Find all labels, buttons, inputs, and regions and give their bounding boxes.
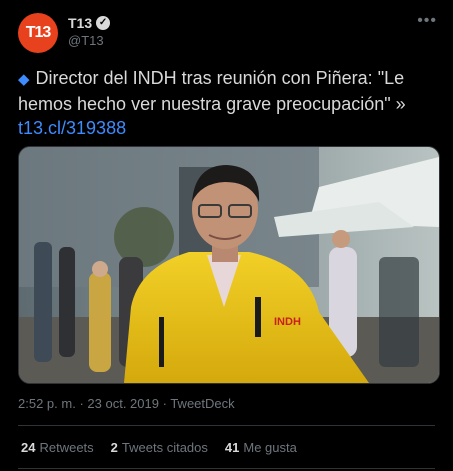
retweets-stat[interactable]: 24 Retweets xyxy=(21,440,94,455)
likes-stat[interactable]: 41 Me gusta xyxy=(225,440,297,455)
engagement-stats: 24 Retweets 2 Tweets citados 41 Me gusta xyxy=(21,440,297,455)
author-name-row: T13 ✓ xyxy=(68,15,111,31)
likes-count: 41 xyxy=(224,440,240,455)
photo-illustration: INDH xyxy=(19,147,439,383)
quote-tweets-stat[interactable]: 2 Tweets citados xyxy=(111,440,208,455)
tweet-metadata: 2:52 p. m. · 23 oct. 2019 · TweetDeck xyxy=(18,396,235,411)
avatar[interactable]: T13 xyxy=(18,13,58,53)
more-options-icon[interactable]: ••• xyxy=(417,12,437,30)
tweet-body: Director del INDH tras reunión con Piñer… xyxy=(18,68,406,114)
author-handle[interactable]: @T13 xyxy=(68,33,104,48)
avatar-logo-text: T13 xyxy=(25,24,52,41)
retweets-count: 24 xyxy=(21,440,36,455)
retweets-label: Retweets xyxy=(39,440,94,455)
meta-separator: · xyxy=(79,396,84,411)
tweet-photo[interactable]: INDH xyxy=(18,146,440,384)
diamond-icon: ◆ xyxy=(18,71,30,88)
jacket-logo-text: INDH xyxy=(274,316,301,328)
divider xyxy=(18,425,435,426)
tweet-time[interactable]: 2:52 p. m. xyxy=(18,396,76,411)
divider xyxy=(18,468,435,469)
author-name[interactable]: T13 xyxy=(68,15,92,31)
meta-separator: · xyxy=(162,396,167,411)
quotes-count: 2 xyxy=(110,440,118,455)
tweet-card: T13 T13 ✓ @T13 ••• ◆ Director del INDH tr… xyxy=(0,0,453,471)
tweet-date[interactable]: 23 oct. 2019 xyxy=(87,396,159,411)
verified-badge-icon: ✓ xyxy=(96,16,111,30)
tweet-source[interactable]: TweetDeck xyxy=(170,396,234,411)
likes-label: Me gusta xyxy=(243,440,297,455)
tweet-text: ◆ Director del INDH tras reunión con Piñe… xyxy=(18,66,443,140)
quotes-label: Tweets citados xyxy=(121,440,208,455)
tweet-link[interactable]: t13.cl/319388 xyxy=(18,118,126,138)
